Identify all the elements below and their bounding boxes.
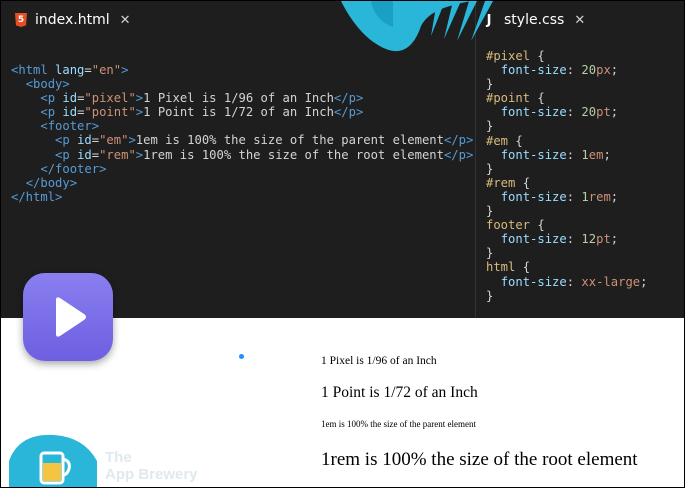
css-code-line[interactable]: #em { [486,134,647,148]
tab-index-html[interactable]: 5 index.html ✕ [15,4,131,36]
logo-text: The App Brewery [105,449,198,483]
css-code-line[interactable]: font-size: 20px; [486,63,647,77]
html-code-line[interactable]: </body> [11,176,473,190]
html-code-line[interactable]: </html> [11,190,473,204]
css-code-line[interactable]: #rem { [486,176,647,190]
screenshot-frame: 5 index.html ✕ <html lang="en"> <body> <… [0,0,685,488]
html-code-line[interactable]: </footer> [11,162,473,176]
css-code-line[interactable]: } [486,119,647,133]
html-code-line[interactable]: <p id="pixel">1 Pixel is 1/96 of an Inch… [11,91,473,105]
css-code-line[interactable]: font-size: xx-large; [486,275,648,289]
css-code-line[interactable]: font-size: 12pt; [486,232,647,246]
preview-em-text: 1em is 100% the size of the parent eleme… [321,419,476,429]
css-code-line[interactable]: font-size: 1em; [486,148,647,162]
html-code-line[interactable]: <footer> [11,119,473,133]
code-editor: 5 index.html ✕ <html lang="en"> <body> <… [1,1,684,318]
css-code-line[interactable]: html { [486,260,647,274]
close-icon[interactable]: ✕ [574,13,585,28]
html-code-line[interactable]: <p id="rem">1rem is 100% the size of the… [11,148,473,162]
html-code-line[interactable]: <body> [11,77,473,91]
close-icon[interactable]: ✕ [120,13,131,28]
cursor-dot [239,354,244,359]
css-code-line[interactable]: } [486,204,647,218]
html-code-block[interactable]: <html lang="en"> <body> <p id="pixel">1 … [11,63,473,204]
logo-line-2: App Brewery [105,466,198,483]
css-code-line[interactable]: } [486,162,647,176]
html-code-line[interactable]: <html lang="en"> [11,63,473,77]
css-code-line[interactable]: #point { [486,91,647,105]
html-code-line[interactable]: <p id="point">1 Point is 1/72 of an Inch… [11,105,473,119]
css-code-line[interactable]: font-size: 1rem; [486,190,647,204]
logo-line-1: The [105,449,132,466]
css-code-line[interactable]: footer { [486,218,647,232]
preview-pixel-text: 1 Pixel is 1/96 of an Inch [321,355,437,367]
preview-point-text: 1 Point is 1/72 of an Inch [321,384,478,401]
css-code-line[interactable]: } [486,77,647,91]
decorative-shape [341,1,493,52]
html5-icon: 5 [15,13,27,27]
play-button[interactable] [23,273,113,361]
css-code-line[interactable]: } [486,289,647,303]
tab-label: style.css [504,12,565,28]
css-code-block[interactable]: #pixel { font-size: 20px;} #point { font-… [486,49,647,303]
brewery-logo-icon [9,434,97,487]
css-code-line[interactable]: font-size: 20pt; [486,105,647,119]
tab-label: index.html [35,12,110,28]
css-code-line[interactable]: } [486,246,647,260]
app-brewery-logo: The App Brewery [9,431,229,487]
play-icon [56,297,86,337]
html-code-line[interactable]: <p id="em">1em is 100% the size of the p… [11,133,473,147]
preview-rem-text: 1rem is 100% the size of the root elemen… [321,449,638,470]
